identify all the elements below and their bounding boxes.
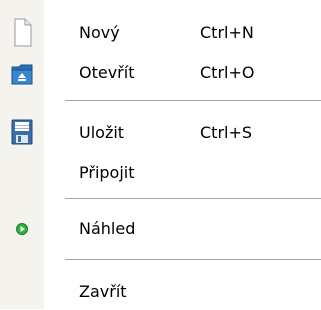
menu-item-label: Otevřít <box>79 63 135 82</box>
menu-item-preview[interactable]: Náhled <box>0 211 321 247</box>
menu-item-shortcut: Ctrl+O <box>200 63 255 82</box>
menu-item-label: Uložit <box>79 123 125 142</box>
open-folder-icon <box>0 55 44 91</box>
menu-item-save[interactable]: Uložit Ctrl+S <box>0 115 321 151</box>
menu-item-new[interactable]: Nový Ctrl+N <box>0 15 321 51</box>
preview-play-icon <box>0 211 44 247</box>
menu-item-label: Připojit <box>79 163 135 182</box>
menu-item-label: Nový <box>79 23 120 42</box>
menu-item-icon-empty <box>0 155 44 191</box>
menu-separator <box>65 259 321 260</box>
menu-item-close[interactable]: Zavřít <box>0 274 321 310</box>
menu-item-icon-empty <box>0 274 44 310</box>
menu-item-label: Zavřít <box>79 282 127 301</box>
menu-item-shortcut: Ctrl+N <box>200 23 254 42</box>
menu-item-open[interactable]: Otevřít Ctrl+O <box>0 55 321 91</box>
new-document-icon <box>0 15 44 51</box>
file-menu: Nový Ctrl+N Otevřít Ctrl+O Uložit Ctrl+S… <box>0 0 321 309</box>
menu-separator <box>65 100 321 101</box>
menu-item-label: Náhled <box>79 219 136 238</box>
save-floppy-icon <box>0 115 44 151</box>
menu-item-shortcut: Ctrl+S <box>200 123 253 142</box>
menu-item-attach[interactable]: Připojit <box>0 155 321 191</box>
menu-separator <box>65 198 321 199</box>
